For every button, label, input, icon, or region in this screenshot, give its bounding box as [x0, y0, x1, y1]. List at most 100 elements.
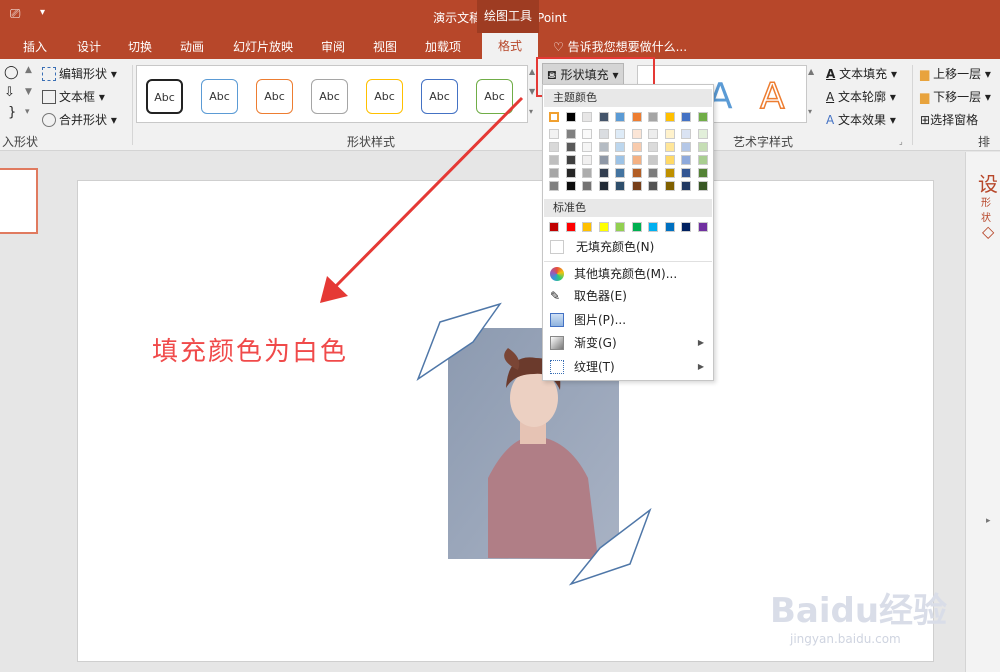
theme-color-shade-swatch[interactable]	[598, 181, 609, 191]
parallelogram-shape-bottom[interactable]	[568, 506, 656, 586]
theme-color-swatch[interactable]	[582, 112, 592, 122]
no-fill-item[interactable]: 无填充颜色(N)	[544, 236, 712, 258]
standard-color-swatch[interactable]	[582, 222, 592, 232]
standard-color-swatch[interactable]	[549, 222, 559, 232]
theme-color-shade-swatch[interactable]	[681, 155, 691, 165]
theme-color-shade-swatch[interactable]	[681, 129, 691, 139]
theme-color-shade-swatch[interactable]	[615, 142, 625, 152]
texture-icon	[550, 360, 564, 374]
texture-fill-label: 纹理(T)	[574, 360, 615, 374]
submenu-arrow-icon: ▶	[697, 338, 704, 347]
baidu-watermark-logo: Baidu经验	[770, 591, 948, 631]
texture-fill-item[interactable]: 纹理(T) ▶	[544, 356, 712, 378]
theme-color-shade-swatch[interactable]	[549, 181, 559, 191]
theme-color-shade-swatch[interactable]	[631, 168, 642, 178]
theme-color-shade-swatch[interactable]	[648, 181, 658, 191]
theme-color-shade-swatch[interactable]	[697, 155, 708, 165]
theme-color-shade-swatch[interactable]	[549, 129, 559, 139]
theme-color-shade-swatch[interactable]	[565, 168, 576, 178]
theme-color-shade-swatch[interactable]	[681, 168, 691, 178]
format-pane-title: 设	[978, 172, 998, 196]
theme-color-shade-swatch[interactable]	[697, 142, 708, 152]
no-fill-icon	[550, 240, 564, 254]
theme-color-shade-swatch[interactable]	[697, 181, 708, 191]
theme-color-swatch[interactable]	[681, 112, 691, 122]
pane-expand-icon[interactable]: ▸	[986, 516, 991, 526]
theme-color-shade-swatch[interactable]	[549, 168, 559, 178]
theme-color-shade-swatch[interactable]	[615, 181, 625, 191]
theme-color-shade-swatch[interactable]	[681, 181, 691, 191]
submenu-arrow-icon: ▶	[697, 362, 704, 371]
theme-color-shade-swatch[interactable]	[648, 168, 658, 178]
standard-color-swatch[interactable]	[598, 222, 609, 232]
theme-color-shade-swatch[interactable]	[648, 155, 658, 165]
theme-color-shade-swatch[interactable]	[664, 129, 675, 139]
picture-fill-item[interactable]: 图片(P)...	[544, 309, 712, 331]
theme-color-shade-swatch[interactable]	[664, 142, 675, 152]
theme-color-shade-swatch[interactable]	[697, 168, 708, 178]
theme-color-shade-swatch[interactable]	[549, 155, 559, 165]
theme-color-shade-swatch[interactable]	[697, 129, 708, 139]
gradient-fill-item[interactable]: 渐变(G) ▶	[544, 332, 712, 354]
theme-color-shade-swatch[interactable]	[615, 168, 625, 178]
standard-color-swatch[interactable]	[631, 222, 642, 232]
theme-color-shade-swatch[interactable]	[582, 129, 592, 139]
theme-color-shade-swatch[interactable]	[598, 129, 609, 139]
theme-color-shade-swatch[interactable]	[582, 142, 592, 152]
fill-line-icon[interactable]: ◇	[982, 222, 994, 241]
theme-color-shade-swatch[interactable]	[582, 155, 592, 165]
theme-color-shade-swatch[interactable]	[631, 142, 642, 152]
theme-color-swatch[interactable]	[598, 112, 609, 122]
parallelogram-shape-top[interactable]	[415, 302, 503, 382]
theme-color-shade-swatch[interactable]	[664, 168, 675, 178]
standard-color-swatch[interactable]	[615, 222, 625, 232]
theme-color-shade-swatch[interactable]	[648, 142, 658, 152]
gradient-fill-label: 渐变(G)	[574, 336, 617, 350]
theme-color-swatch[interactable]	[697, 112, 708, 122]
gradient-icon	[550, 336, 564, 350]
theme-color-shade-swatch[interactable]	[631, 181, 642, 191]
theme-color-shade-swatch[interactable]	[565, 129, 576, 139]
theme-color-shade-swatch[interactable]	[648, 129, 658, 139]
theme-color-shade-swatch[interactable]	[615, 155, 625, 165]
theme-color-shade-swatch[interactable]	[565, 181, 576, 191]
more-fill-colors-item[interactable]: 其他填充颜色(M)...	[544, 263, 712, 285]
theme-color-shade-swatch[interactable]	[664, 181, 675, 191]
theme-color-shade-swatch[interactable]	[631, 129, 642, 139]
theme-color-shade-swatch[interactable]	[565, 142, 576, 152]
theme-color-shade-swatch[interactable]	[615, 129, 625, 139]
theme-color-shade-swatch[interactable]	[664, 155, 675, 165]
theme-color-swatch[interactable]	[664, 112, 675, 122]
theme-color-shade-swatch[interactable]	[565, 155, 576, 165]
picture-icon	[550, 313, 564, 327]
theme-color-shade-swatch[interactable]	[582, 181, 592, 191]
theme-color-shade-swatch[interactable]	[549, 142, 559, 152]
picture-fill-label: 图片(P)...	[574, 313, 627, 327]
standard-color-swatch[interactable]	[565, 222, 576, 232]
theme-color-swatch[interactable]	[615, 112, 625, 122]
theme-color-shade-swatch[interactable]	[631, 155, 642, 165]
theme-color-swatch[interactable]	[631, 112, 642, 122]
eyedropper-label: 取色器(E)	[574, 289, 627, 303]
standard-color-swatch[interactable]	[697, 222, 708, 232]
standard-color-swatch[interactable]	[664, 222, 675, 232]
theme-color-swatch[interactable]	[648, 112, 658, 122]
eyedropper-item[interactable]: ✎ 取色器(E)	[544, 285, 712, 307]
theme-color-swatch[interactable]	[549, 112, 559, 122]
standard-colors-header: 标准色	[544, 199, 712, 217]
baidu-watermark-url: jingyan.baidu.com	[790, 632, 901, 646]
format-pane-tab[interactable]: 形状	[981, 194, 1000, 224]
format-shape-pane: 设 形状 ◇ ▸	[965, 152, 1000, 672]
theme-color-shade-swatch[interactable]	[582, 168, 592, 178]
theme-colors-header: 主题颜色	[544, 89, 712, 107]
theme-color-shade-swatch[interactable]	[681, 142, 691, 152]
standard-color-swatch[interactable]	[648, 222, 658, 232]
theme-color-shade-swatch[interactable]	[598, 142, 609, 152]
theme-color-shade-swatch[interactable]	[598, 155, 609, 165]
theme-color-shade-swatch[interactable]	[598, 168, 609, 178]
color-wheel-icon	[550, 267, 564, 281]
standard-color-swatch[interactable]	[681, 222, 691, 232]
no-fill-label: 无填充颜色(N)	[576, 240, 655, 254]
menu-divider	[544, 261, 712, 262]
theme-color-swatch[interactable]	[565, 112, 576, 122]
